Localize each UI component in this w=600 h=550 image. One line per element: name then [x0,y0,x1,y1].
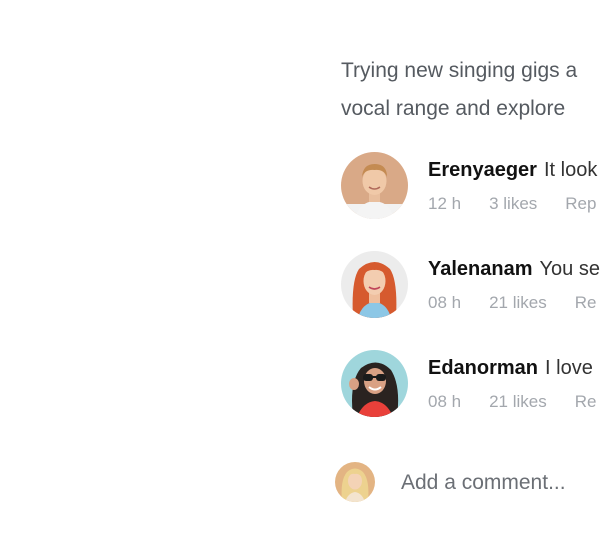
comment-meta: 12 h 3 likes Rep [428,194,600,214]
post-caption: Trying new singing gigs a vocal range an… [341,52,577,128]
reply-button[interactable]: Re [575,392,597,412]
comment-username[interactable]: Erenyaeger [428,159,537,181]
comment-username[interactable]: Edanorman [428,357,538,379]
comment-username[interactable]: Yalenanam [428,258,533,280]
comment-item: Edanorman I love 08 h 21 likes Re [341,350,600,418]
comment-text: You se [539,258,600,280]
add-comment-row [335,462,600,502]
comment-meta: 08 h 21 likes Re [428,392,600,412]
add-comment-input[interactable] [399,466,600,500]
comment-time: 08 h [428,293,462,312]
avatar[interactable] [341,152,408,219]
comment-body: Edanorman I love 08 h 21 likes Re [428,354,600,412]
comment-item: Erenyaeger It look 12 h 3 likes Rep [341,152,600,220]
reply-button[interactable]: Re [575,293,597,313]
reply-button[interactable]: Rep [565,194,596,214]
caption-line-2: vocal range and explore [341,97,566,120]
comment-text: I love [545,357,593,379]
avatar[interactable] [341,350,408,417]
comment-line: Yalenanam You se [428,255,600,283]
comment-body: Yalenanam You se 08 h 21 likes Re [428,255,600,313]
comment-likes[interactable]: 21 likes [489,293,547,313]
comment-likes[interactable]: 3 likes [489,194,537,214]
comment-meta: 08 h 21 likes Re [428,293,600,313]
comment-likes[interactable]: 21 likes [489,392,547,412]
comment-body: Erenyaeger It look 12 h 3 likes Rep [428,156,600,214]
caption-line-1: Trying new singing gigs a [341,59,578,82]
comment-item: Yalenanam You se 08 h 21 likes Re [341,251,600,319]
comment-time: 08 h [428,392,462,411]
avatar[interactable] [341,251,408,318]
comment-line: Edanorman I love [428,354,600,382]
comment-line: Erenyaeger It look [428,156,600,184]
current-user-avatar [335,462,375,502]
comment-time: 12 h [428,194,462,213]
comment-text: It look [543,159,598,181]
